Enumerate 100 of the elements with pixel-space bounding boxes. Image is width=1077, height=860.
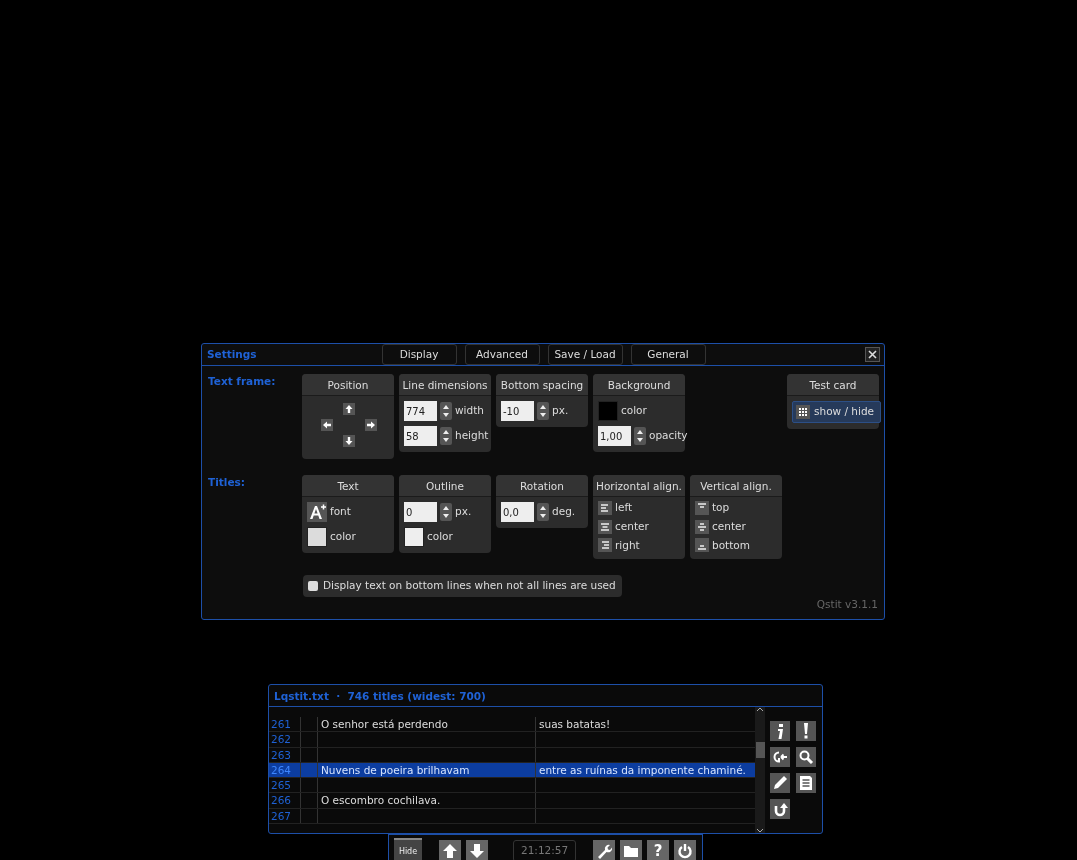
align-center-icon[interactable] bbox=[695, 519, 709, 534]
tool-button[interactable] bbox=[770, 721, 790, 741]
exclamation-icon bbox=[804, 723, 808, 739]
spinner-arrows-icon[interactable] bbox=[440, 427, 452, 445]
group-title: Line dimensions bbox=[402, 379, 488, 391]
field-label: opacity bbox=[649, 428, 688, 444]
align-left-icon[interactable] bbox=[598, 500, 612, 515]
color-swatch[interactable] bbox=[598, 401, 618, 421]
number-field[interactable]: 774 bbox=[404, 401, 437, 421]
spinner-arrows-icon[interactable] bbox=[537, 402, 549, 420]
subtitle-row[interactable]: 267 bbox=[269, 808, 755, 825]
line-number: 262 bbox=[271, 733, 292, 746]
font-icon[interactable] bbox=[307, 502, 327, 522]
number-field[interactable]: -10 bbox=[501, 401, 534, 421]
align-option[interactable]: center bbox=[615, 518, 649, 535]
align-center-icon[interactable] bbox=[598, 519, 612, 534]
field-label: font bbox=[330, 504, 351, 520]
number-field[interactable]: 0,0 bbox=[501, 502, 534, 522]
align-option[interactable]: right bbox=[615, 537, 640, 554]
panel-title: Settings bbox=[207, 346, 258, 362]
close-icon bbox=[868, 350, 877, 359]
arrow-down-button[interactable] bbox=[466, 840, 488, 860]
color-swatch[interactable] bbox=[404, 527, 424, 547]
subtitle-row[interactable]: 265 bbox=[269, 778, 755, 794]
power-icon bbox=[676, 842, 695, 860]
info-icon bbox=[777, 723, 783, 739]
folder-button[interactable] bbox=[620, 840, 643, 860]
line-number: 265 bbox=[271, 779, 292, 792]
field-label: color bbox=[621, 403, 647, 419]
field-label: height bbox=[455, 428, 489, 444]
checkbox-option[interactable]: Display text on bottom lines when not all lines are used bbox=[303, 575, 622, 597]
subtitle-row[interactable]: 261 O senhor está perdendo suas batatas! bbox=[269, 717, 755, 733]
scroll-thumb[interactable] bbox=[755, 742, 765, 758]
tool-button[interactable] bbox=[770, 773, 790, 793]
subtitle-text: suas batatas! bbox=[539, 718, 611, 730]
close-button[interactable] bbox=[865, 347, 880, 362]
subtitle-text: entre as ruínas da imponente chaminé. bbox=[539, 763, 746, 776]
color-swatch[interactable] bbox=[307, 527, 327, 547]
group-title: Vertical align. bbox=[700, 480, 772, 492]
clock-display: 21:12:57 bbox=[513, 840, 577, 860]
tool-button[interactable] bbox=[796, 721, 816, 741]
group-title: Position bbox=[327, 379, 369, 391]
wrench-button[interactable] bbox=[593, 840, 616, 860]
line-number: 266 bbox=[271, 794, 292, 807]
arrow-up-button[interactable] bbox=[439, 840, 461, 860]
scroll-down-icon[interactable] bbox=[756, 828, 764, 833]
spinner-arrows-icon[interactable] bbox=[537, 503, 549, 521]
align-option[interactable]: top bbox=[712, 500, 730, 516]
section-label: Titles: bbox=[208, 476, 245, 488]
tab[interactable]: Save / Load bbox=[547, 344, 623, 365]
checkbox[interactable] bbox=[308, 581, 318, 592]
align-option[interactable]: center bbox=[712, 518, 746, 535]
hide-button[interactable]: Hide bbox=[394, 837, 422, 860]
number-field[interactable]: 0 bbox=[404, 502, 437, 522]
align-option[interactable]: bottom bbox=[712, 537, 750, 554]
subtitle-text: Nuvens de poeira brilhavam bbox=[321, 763, 470, 776]
show-hide-button[interactable]: show / hide bbox=[792, 401, 882, 423]
version-label: Qstit v3.1.1 bbox=[816, 597, 878, 613]
group-title: Outline bbox=[426, 480, 464, 492]
group-title: Bottom spacing bbox=[500, 379, 584, 391]
tool-button[interactable] bbox=[770, 799, 790, 819]
section-label: Text frame: bbox=[208, 375, 276, 387]
group-title: Horizontal align. bbox=[596, 480, 682, 492]
spinner-arrows-icon[interactable] bbox=[440, 503, 452, 521]
subtitle-text: O escombro cochilava. bbox=[321, 794, 441, 807]
tab[interactable]: Advanced bbox=[464, 344, 540, 365]
align-right-icon[interactable] bbox=[598, 538, 612, 553]
arrow-down-icon[interactable] bbox=[342, 435, 355, 447]
tab[interactable]: Display bbox=[381, 344, 457, 365]
align-option[interactable]: left bbox=[615, 500, 632, 516]
spinner-arrows-icon[interactable] bbox=[634, 427, 646, 445]
align-top-icon[interactable] bbox=[695, 500, 709, 515]
line-number: 261 bbox=[271, 718, 292, 730]
list-title: Lqstit.txt · 746 titles (widest: 700) bbox=[274, 690, 486, 702]
number-field[interactable]: 58 bbox=[404, 426, 437, 446]
tab[interactable]: General bbox=[630, 344, 706, 365]
arrow-down-icon bbox=[468, 842, 486, 860]
spinner-arrows-icon[interactable] bbox=[440, 402, 452, 420]
tool-button[interactable] bbox=[770, 747, 790, 767]
scrollbar[interactable] bbox=[755, 707, 765, 833]
grid-icon bbox=[796, 404, 810, 419]
align-bottom-icon[interactable] bbox=[695, 538, 709, 553]
tool-button[interactable] bbox=[796, 747, 816, 767]
field-label: deg. bbox=[552, 504, 576, 520]
field-label: width bbox=[455, 403, 484, 419]
number-field[interactable]: 1,00 bbox=[598, 426, 631, 446]
subtitle-row[interactable]: 263 bbox=[269, 747, 755, 763]
help-button[interactable]: ? bbox=[647, 840, 670, 860]
arrow-right-icon[interactable] bbox=[364, 419, 377, 431]
arrow-up-icon bbox=[441, 842, 459, 860]
field-label: color bbox=[427, 529, 453, 545]
power-button[interactable] bbox=[674, 840, 697, 860]
subtitle-row[interactable]: 262 bbox=[269, 732, 755, 748]
scroll-up-icon[interactable] bbox=[756, 707, 764, 712]
field-label: px. bbox=[552, 403, 569, 419]
line-number: 267 bbox=[271, 809, 292, 822]
group-title: Text bbox=[337, 480, 359, 492]
subtitle-row[interactable]: 266 O escombro cochilava. bbox=[269, 793, 755, 809]
arrow-up-icon[interactable] bbox=[342, 403, 355, 415]
arrow-left-icon[interactable] bbox=[320, 419, 333, 431]
